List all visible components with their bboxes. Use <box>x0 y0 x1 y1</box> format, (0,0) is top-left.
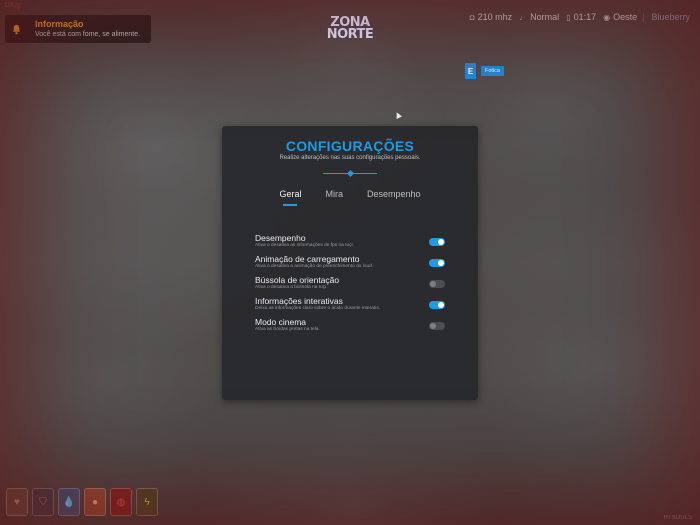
game-time: 01:17 <box>573 12 597 22</box>
microphone-icon: ♩ <box>519 12 528 22</box>
watermark: RTSOULS <box>663 515 692 521</box>
option-cinema: Modo cinema Ativa as bordas pretas na tel… <box>255 315 445 336</box>
corner-tag: 10Ug <box>4 2 21 9</box>
settings-panel: CONFIGURAÇÕES Realize alterações nas sua… <box>222 126 478 400</box>
status-bar: ◘ 210 mhz ♩ Normal ▯ 01:17 ◉ Oeste | Blueber… <box>463 12 690 22</box>
status-separator: | <box>642 12 645 22</box>
clock-icon: ▯ <box>566 12 571 22</box>
toggle-bussola[interactable] <box>429 279 445 288</box>
panel-title: CONFIGURAÇÕES <box>285 138 415 154</box>
health-icon: ♥ <box>6 488 28 516</box>
notification-title: Informação <box>35 19 84 29</box>
interaction-hint[interactable]: E Fotica <box>465 63 504 79</box>
toggle-cinema[interactable] <box>429 321 445 330</box>
option-bussola: Bússola de orientação Ativa o desativa a … <box>255 273 445 294</box>
options-list: Desempenho Ativa o desativa as informaçõe… <box>255 231 445 336</box>
direction: Oeste <box>613 12 638 22</box>
stamina-icon: ϟ <box>136 488 158 516</box>
tab-mira[interactable]: Mira <box>313 189 355 199</box>
server-logo: ZONA NORTE <box>326 15 374 42</box>
settings-tabs: Geral Mira Desempenho <box>222 189 478 206</box>
toggle-desempenho[interactable] <box>429 237 445 246</box>
voice-mode: Normal <box>530 12 560 22</box>
compass-icon: ◉ <box>603 12 611 22</box>
panel-subtitle: Realize alterações nas suas configuraçõe… <box>279 155 421 161</box>
option-informacoes: Informações interativas Deixa as informaç… <box>255 294 445 315</box>
notification: Informação Você está com fome, se alimen… <box>5 15 151 43</box>
food-icon: ● <box>84 488 106 516</box>
key-badge: E <box>465 63 476 79</box>
notification-message: Você está com fome, se alimente. <box>35 31 141 38</box>
water-icon: 💧 <box>58 488 80 516</box>
status-hud: ♥ ⛉ 💧 ● ◍ ϟ <box>6 488 158 516</box>
option-animacao: Animação de carregamento Ativa o desativa… <box>255 252 445 273</box>
bell-icon <box>5 24 27 35</box>
toggle-informacoes[interactable] <box>429 300 445 309</box>
option-desempenho: Desempenho Ativa o desativa as informaçõe… <box>255 231 445 252</box>
title-divider <box>323 169 377 178</box>
tab-geral[interactable]: Geral <box>267 189 313 206</box>
radio-icon: ◘ <box>469 12 475 22</box>
mouse-cursor <box>394 111 402 119</box>
server-name: Blueberry <box>651 12 690 22</box>
interaction-label: Fotica <box>481 66 504 76</box>
tab-desempenho[interactable]: Desempenho <box>355 189 433 199</box>
radio-frequency: 210 mhz <box>477 12 513 22</box>
armor-icon: ⛉ <box>32 488 54 516</box>
stress-icon: ◍ <box>110 488 132 516</box>
toggle-animacao[interactable] <box>429 258 445 267</box>
